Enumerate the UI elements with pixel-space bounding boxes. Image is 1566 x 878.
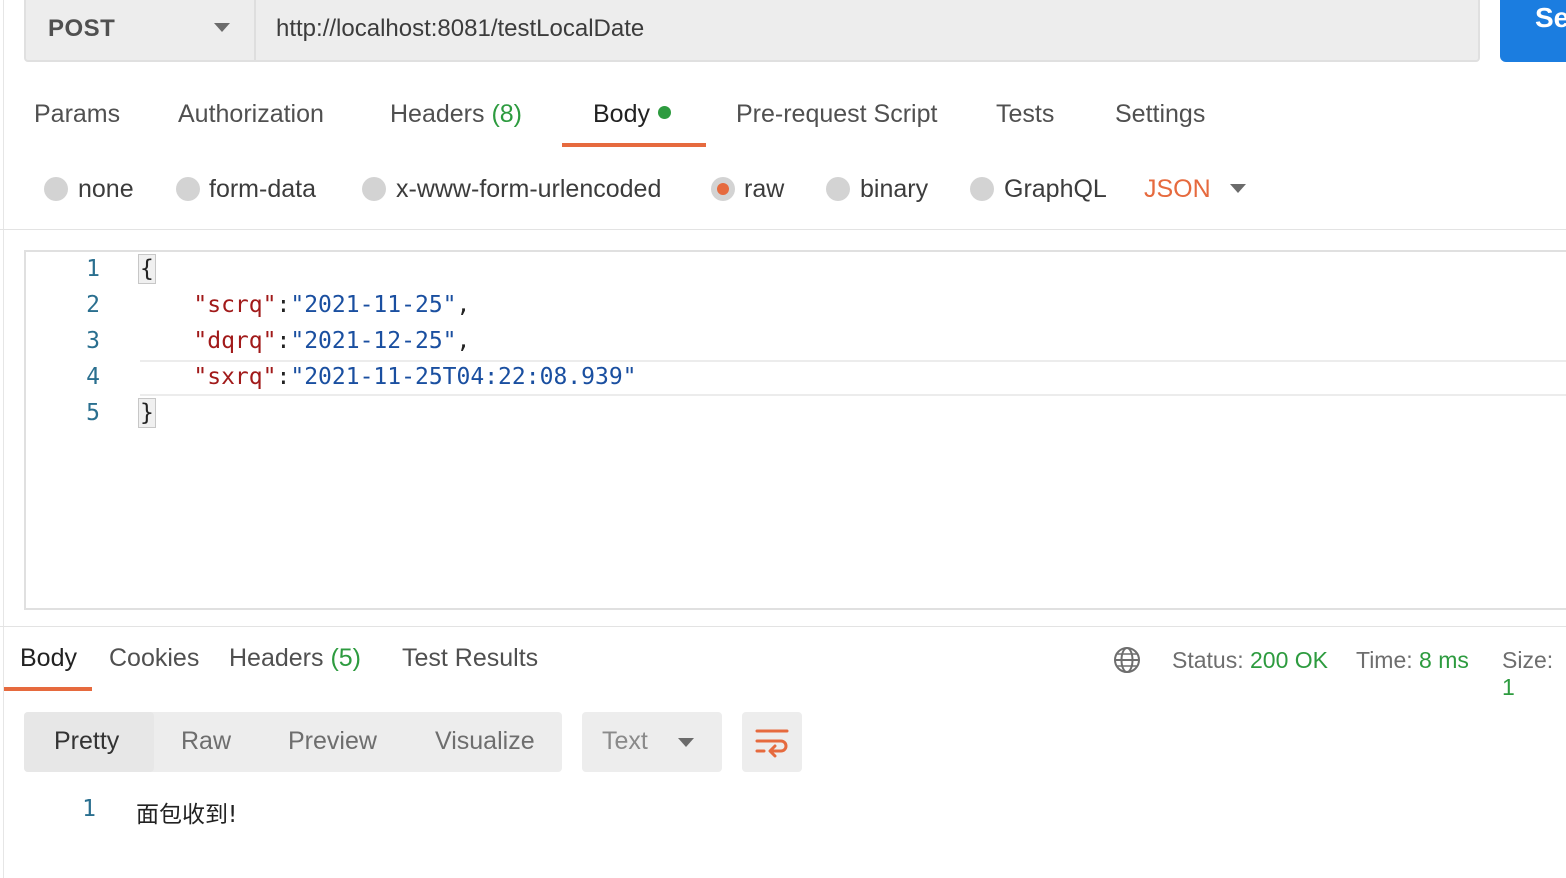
radio-graphql[interactable]	[970, 177, 994, 201]
code-line: {	[138, 254, 156, 284]
radio-x-www-form-urlencoded[interactable]	[362, 177, 386, 201]
radio-label-graphql[interactable]: GraphQL	[1004, 175, 1107, 204]
tab-headers-count: (8)	[491, 100, 523, 128]
size-value: 1	[1502, 674, 1515, 700]
chevron-down-icon[interactable]	[1230, 184, 1246, 193]
radio-label-raw[interactable]: raw	[744, 175, 784, 204]
response-status: Status: 200 OK	[1172, 647, 1328, 674]
body-format-select[interactable]: JSON	[1144, 175, 1211, 204]
view-pretty-button[interactable]: Pretty	[54, 727, 119, 756]
tab-authorization[interactable]: Authorization	[178, 100, 324, 129]
view-preview-button[interactable]: Preview	[288, 727, 377, 756]
size-label: Size:	[1502, 647, 1554, 673]
response-format-label: Text	[602, 727, 648, 755]
response-tab-body[interactable]: Body	[20, 644, 77, 673]
code-line: "sxrq":"2021-11-25T04:22:08.939"	[193, 364, 637, 390]
json-value: "2021-12-25"	[290, 328, 457, 354]
send-button[interactable]: Se	[1500, 0, 1566, 62]
status-label: Status:	[1172, 647, 1244, 673]
response-body-text: 面包收到!	[136, 802, 238, 828]
code-line: "scrq":"2021-11-25",	[193, 292, 471, 318]
response-tab-test-results[interactable]: Test Results	[402, 644, 538, 673]
code-line: }	[138, 398, 156, 428]
section-divider	[0, 229, 1566, 230]
tab-headers-label: Headers	[390, 100, 485, 128]
json-comma: ,	[456, 328, 471, 354]
line-number: 2	[86, 292, 100, 318]
radio-form-data[interactable]	[176, 177, 200, 201]
method-label: POST	[48, 15, 116, 42]
response-size: Size: 1	[1502, 647, 1566, 701]
view-visualize-button[interactable]: Visualize	[435, 727, 535, 756]
view-mode-group: Pretty Raw Preview Visualize	[24, 712, 562, 772]
tab-pre-request-script[interactable]: Pre-request Script	[736, 100, 937, 129]
tab-params[interactable]: Params	[34, 100, 120, 129]
tab-settings[interactable]: Settings	[1115, 100, 1205, 129]
tab-headers[interactable]: Headers (8)	[390, 100, 522, 129]
response-tab-cookies[interactable]: Cookies	[109, 644, 199, 673]
section-divider	[0, 626, 1566, 627]
json-close-brace: }	[138, 398, 156, 428]
json-key: "sxrq"	[193, 364, 277, 390]
radio-binary[interactable]	[826, 177, 850, 201]
chevron-down-icon	[678, 738, 694, 747]
response-format-select[interactable]: Text	[582, 712, 722, 772]
radio-label-none[interactable]: none	[78, 175, 134, 204]
json-value: "2021-11-25T04:22:08.939"	[290, 364, 637, 390]
time-label: Time:	[1356, 647, 1413, 673]
request-url-bar: POST http://localhost:8081/testLocalDate	[24, 0, 1480, 62]
radio-label-form-data[interactable]: form-data	[209, 175, 316, 204]
line-number: 3	[86, 328, 100, 354]
line-number: 1	[86, 256, 100, 282]
wrap-lines-button[interactable]	[742, 712, 802, 772]
json-comma: ,	[456, 292, 471, 318]
globe-icon[interactable]	[1113, 646, 1141, 674]
json-key: "dqrq"	[193, 328, 277, 354]
response-time: Time: 8 ms	[1356, 647, 1469, 674]
response-tab-headers-label: Headers	[229, 644, 324, 672]
code-line: "dqrq":"2021-12-25",	[193, 328, 471, 354]
json-value: "2021-11-25"	[290, 292, 457, 318]
response-tab-headers[interactable]: Headers (5)	[229, 644, 361, 673]
tab-body-label: Body	[593, 100, 650, 128]
json-open-brace: {	[138, 254, 156, 284]
body-modified-dot-icon	[657, 106, 671, 119]
active-response-tab-indicator	[4, 687, 92, 691]
view-raw-button[interactable]: Raw	[181, 727, 231, 756]
window-edge	[3, 0, 4, 878]
radio-label-x-www-form-urlencoded[interactable]: x-www-form-urlencoded	[396, 175, 661, 204]
time-value: 8 ms	[1419, 647, 1469, 673]
active-tab-indicator	[562, 143, 706, 147]
response-line-number: 1	[82, 796, 96, 822]
radio-raw[interactable]	[711, 177, 735, 201]
response-tab-headers-count: (5)	[330, 644, 362, 672]
tab-tests[interactable]: Tests	[996, 100, 1054, 129]
tab-body[interactable]: Body	[593, 100, 671, 129]
line-number: 4	[86, 364, 100, 390]
method-select[interactable]: POST	[26, 0, 256, 60]
line-number: 5	[86, 400, 100, 426]
json-key: "scrq"	[193, 292, 277, 318]
wrap-lines-icon	[755, 729, 789, 758]
radio-label-binary[interactable]: binary	[860, 175, 928, 204]
radio-none[interactable]	[44, 177, 68, 201]
status-value: 200 OK	[1250, 647, 1328, 673]
chevron-down-icon	[214, 23, 230, 32]
url-input[interactable]: http://localhost:8081/testLocalDate	[256, 0, 644, 60]
